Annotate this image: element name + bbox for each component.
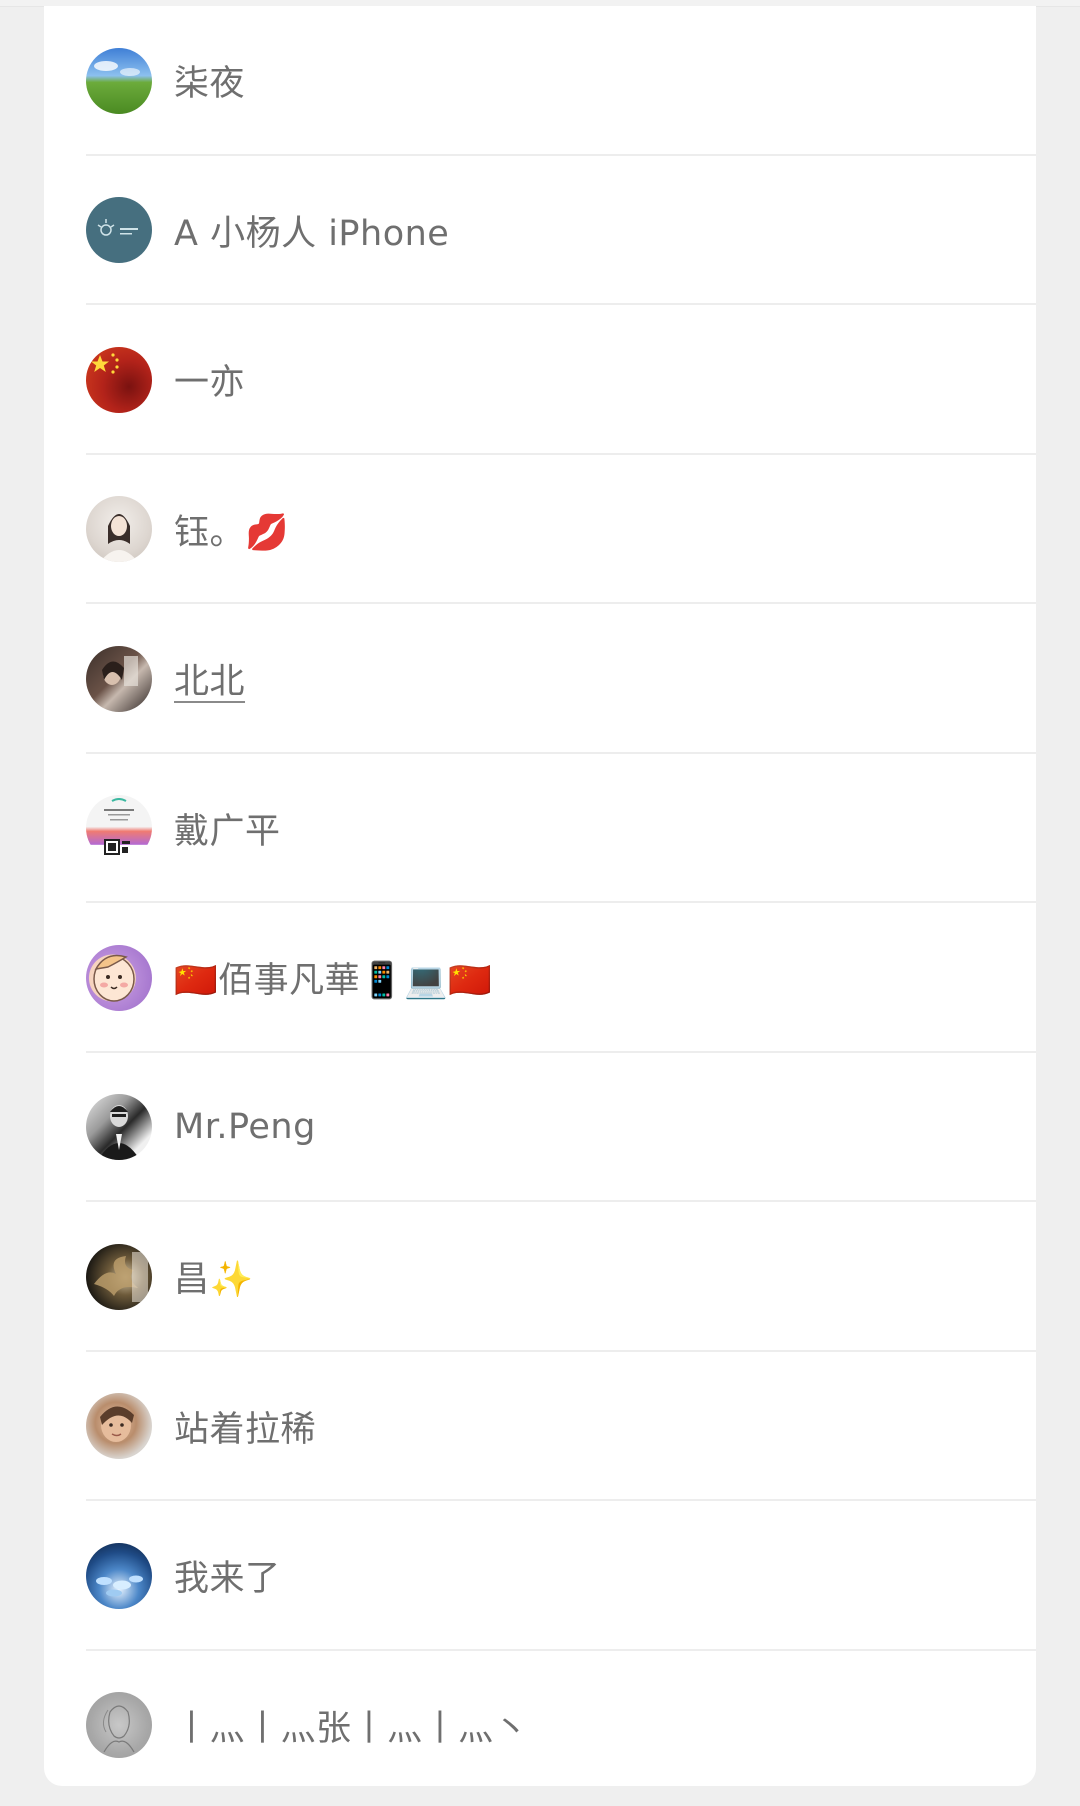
contact-name: 钰。💋 bbox=[174, 512, 290, 553]
contact-name: 昌✨ bbox=[174, 1260, 254, 1301]
couple-photo-avatar bbox=[86, 645, 152, 712]
teal-logo-avatar bbox=[86, 197, 152, 264]
contact-row[interactable]: 🇨🇳佰事凡華📱💻🇨🇳 bbox=[44, 903, 1036, 1053]
contact-row[interactable]: 北北 bbox=[44, 604, 1036, 754]
contact-name: 一亦 bbox=[174, 363, 246, 404]
contact-row[interactable]: 站着拉稀 bbox=[44, 1352, 1036, 1502]
contact-name: A 小杨人 iPhone bbox=[174, 213, 450, 254]
contact-row[interactable]: 昌✨ bbox=[44, 1202, 1036, 1352]
landscape-hills-avatar bbox=[86, 47, 152, 114]
contact-name: 我来了 bbox=[174, 1559, 281, 1600]
contact-row[interactable]: 柒夜 bbox=[44, 6, 1036, 156]
dark-scene-avatar bbox=[86, 1243, 152, 1310]
cartoon-avatar bbox=[86, 944, 152, 1011]
contact-name: 柒夜 bbox=[174, 64, 246, 105]
contact-row[interactable]: A 小杨人 iPhone bbox=[44, 156, 1036, 306]
sketch-avatar bbox=[86, 1692, 152, 1759]
contact-row[interactable]: 丨灬丨灬张丨灬丨灬丶 bbox=[44, 1651, 1036, 1787]
contact-row[interactable]: 我来了 bbox=[44, 1501, 1036, 1651]
contact-row[interactable]: Mr.Peng bbox=[44, 1053, 1036, 1203]
china-flag-avatar bbox=[86, 346, 152, 413]
qr-poster-avatar bbox=[86, 795, 152, 862]
contact-row[interactable]: 一亦 bbox=[44, 305, 1036, 455]
girl-portrait-avatar bbox=[86, 496, 152, 563]
bw-portrait-avatar bbox=[86, 1094, 152, 1161]
contact-row[interactable]: 钰。💋 bbox=[44, 455, 1036, 605]
contact-list-card: 柒夜 A 小杨人 iPhone 一亦 钰。💋 北北 戴广平 🇨🇳佰事凡華📱💻🇨🇳… bbox=[44, 6, 1036, 1786]
contact-name: 站着拉稀 bbox=[174, 1409, 317, 1450]
contact-name: 🇨🇳佰事凡華📱💻🇨🇳 bbox=[174, 961, 493, 1002]
contact-name: 丨灬丨灬张丨灬丨灬丶 bbox=[174, 1708, 530, 1749]
contact-list: 柒夜 A 小杨人 iPhone 一亦 钰。💋 北北 戴广平 🇨🇳佰事凡華📱💻🇨🇳… bbox=[44, 6, 1036, 1786]
contact-name: 戴广平 bbox=[174, 811, 281, 852]
contact-row[interactable]: 戴广平 bbox=[44, 754, 1036, 904]
face-photo-avatar bbox=[86, 1393, 152, 1460]
water-scene-avatar bbox=[86, 1542, 152, 1609]
contact-name: Mr.Peng bbox=[174, 1107, 316, 1148]
contact-name: 北北 bbox=[174, 662, 246, 703]
